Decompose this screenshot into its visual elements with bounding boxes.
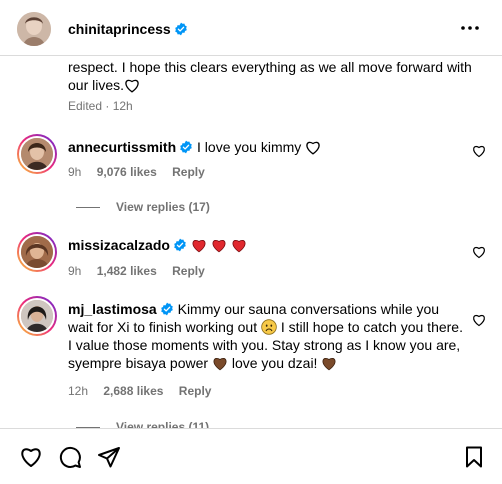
brown-heart-icon	[213, 358, 227, 371]
comment-time: 12h	[68, 384, 89, 398]
comment-body: annecurtissmith I love you kimmy	[68, 138, 464, 156]
comment-likes[interactable]: 2,688 likes	[103, 384, 163, 398]
post-header: chinitaprincess	[0, 0, 502, 56]
share-icon[interactable]	[97, 445, 121, 469]
comment-meta: 12h 2,688 likes Reply	[68, 384, 223, 398]
bookmark-icon[interactable]	[462, 445, 486, 469]
divider	[76, 207, 100, 209]
verified-badge-icon	[174, 22, 187, 36]
heart-outline-icon[interactable]	[472, 245, 486, 259]
post-author-avatar[interactable]	[17, 12, 51, 46]
comment-meta: 9h 9,076 likes Reply	[68, 165, 217, 179]
view-replies-button[interactable]: View replies (17)	[76, 200, 210, 214]
comment-meta: 9h 1,482 likes Reply	[68, 264, 217, 278]
comment-likes[interactable]: 9,076 likes	[97, 165, 157, 179]
reply-button[interactable]: Reply	[172, 165, 205, 179]
avatar[interactable]	[17, 134, 57, 174]
avatar[interactable]	[17, 296, 57, 336]
brown-heart-icon	[322, 358, 336, 371]
edited-timestamp: Edited · 12h	[68, 99, 133, 113]
red-heart-icon	[192, 240, 206, 253]
comment-icon[interactable]	[58, 445, 82, 469]
red-heart-icon	[232, 240, 246, 253]
reply-button[interactable]: Reply	[172, 264, 205, 278]
post-caption: respect. I hope this clears everything a…	[68, 58, 478, 94]
post-author-name[interactable]: chinitaprincess	[68, 21, 171, 37]
frowning-face-icon	[261, 319, 277, 335]
reply-button[interactable]: Reply	[179, 384, 212, 398]
comment-body: mj_lastimosa Kimmy our sauna conversatio…	[68, 300, 464, 372]
verified-badge-icon	[180, 140, 192, 154]
comment-body: missizacalzado	[68, 236, 464, 254]
comment-username[interactable]: annecurtissmith	[68, 139, 176, 155]
comment-username[interactable]: missizacalzado	[68, 237, 170, 253]
white-heart-icon	[125, 79, 139, 93]
white-heart-icon	[306, 141, 320, 155]
heart-outline-icon[interactable]	[472, 313, 486, 327]
post-author-username[interactable]: chinitaprincess	[68, 21, 188, 37]
heart-outline-icon[interactable]	[472, 144, 486, 158]
view-replies-label[interactable]: View replies (17)	[116, 200, 210, 214]
verified-badge-icon	[174, 238, 186, 252]
verified-badge-icon	[160, 302, 173, 316]
comment-text-end: love you dzai!	[231, 355, 318, 371]
heart-outline-icon[interactable]	[19, 445, 43, 469]
comment-time: 9h	[68, 165, 82, 179]
comment-time: 9h	[68, 264, 82, 278]
avatar[interactable]	[17, 232, 57, 272]
comment-likes[interactable]: 1,482 likes	[97, 264, 157, 278]
view-replies-label[interactable]: View replies (11)	[116, 420, 209, 428]
more-options-icon[interactable]	[460, 20, 480, 36]
comment-username[interactable]: mj_lastimosa	[68, 301, 157, 317]
post-action-bar	[0, 428, 502, 484]
comments-section[interactable]: respect. I hope this clears everything a…	[0, 56, 502, 428]
view-replies-button[interactable]: View replies (11)	[76, 420, 209, 428]
red-heart-icon	[212, 240, 226, 253]
comment-text: I love you kimmy	[197, 139, 302, 155]
